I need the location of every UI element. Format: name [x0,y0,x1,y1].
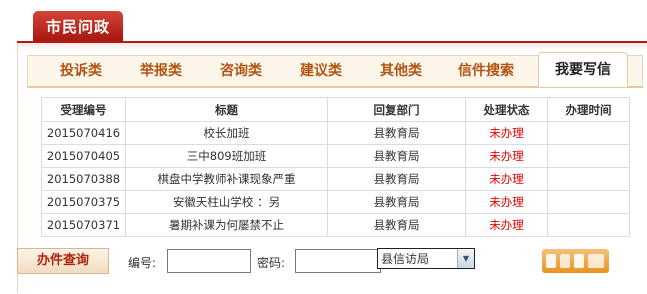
query-bar: 办件查询 编号: 密码: 县信访局 ▼ [17,248,617,276]
cell-dept: 县教育局 [327,167,466,191]
tab-report[interactable]: 举报类 [126,56,196,86]
cell-id: 2015070388 [41,167,126,191]
category-tabs: 投诉类 举报类 咨询类 建议类 其他类 信件搜索 我要写信 [27,52,643,88]
column-header-title: 标题 [125,97,328,122]
section-title: 市民问政 [33,11,123,41]
tab-other[interactable]: 其他类 [366,56,436,86]
table-row[interactable]: 2015070375 安徽天柱山学校 ：另 县教育局 未办理 [41,190,630,214]
number-input[interactable] [167,249,251,273]
cell-dept: 县教育局 [327,190,466,214]
tab-suggestion[interactable]: 建议类 [286,56,356,86]
cell-time [547,167,630,191]
column-header-status: 处理状态 [465,97,548,122]
cell-dept: 县教育局 [327,144,466,168]
submit-logo-icon[interactable] [542,249,609,273]
query-button[interactable]: 办件查询 [17,248,109,274]
cell-title[interactable]: 安徽天柱山学校 ：另 [125,190,328,214]
cell-id: 2015070416 [41,121,126,145]
cell-time [547,190,630,214]
cell-id: 2015070375 [41,190,126,214]
tab-complaint[interactable]: 投诉类 [46,56,116,86]
cell-dept: 县教育局 [327,213,466,237]
department-select[interactable]: 县信访局 ▼ [377,248,475,269]
chevron-down-icon[interactable]: ▼ [457,249,474,268]
tab-letter-search[interactable]: 信件搜索 [446,56,526,86]
cell-title[interactable]: 校长加班 [125,121,328,145]
column-header-time: 办理时间 [547,97,630,122]
cell-status: 未办理 [465,144,548,168]
table-row[interactable]: 2015070388 棋盘中学教师补课现象严重 县教育局 未办理 [41,167,630,191]
tab-write-letter[interactable]: 我要写信 [538,52,628,87]
cell-time [547,121,630,145]
table-row[interactable]: 2015070371 暑期补课为何屡禁不止 县教育局 未办理 [41,213,630,237]
tab-consult[interactable]: 咨询类 [206,56,276,86]
cell-time [547,144,630,168]
cell-time [547,213,630,237]
cell-title[interactable]: 三中809班加班 [125,144,328,168]
table-row[interactable]: 2015070416 校长加班 县教育局 未办理 [41,121,630,145]
cell-title[interactable]: 棋盘中学教师补课现象严重 [125,167,328,191]
number-label: 编号: [128,256,157,270]
cell-id: 2015070371 [41,213,126,237]
column-header-dept: 回复部门 [327,97,466,122]
logo-graphic [546,254,604,268]
column-header-id: 受理编号 [41,97,126,122]
table-row[interactable]: 2015070405 三中809班加班 县教育局 未办理 [41,144,630,168]
cell-status: 未办理 [465,121,548,145]
cell-id: 2015070405 [41,144,126,168]
table-header-row: 受理编号 标题 回复部门 处理状态 办理时间 [41,97,630,122]
letters-table: 受理编号 标题 回复部门 处理状态 办理时间 2015070416 校长加班 县… [41,97,630,237]
cell-status: 未办理 [465,167,548,191]
cell-title[interactable]: 暑期补课为何屡禁不止 [125,213,328,237]
password-label: 密码: [257,256,286,270]
cell-status: 未办理 [465,213,548,237]
department-select-value: 县信访局 [381,252,430,266]
cell-status: 未办理 [465,190,548,214]
cell-dept: 县教育局 [327,121,466,145]
header-bar: 市民问政 [17,11,647,51]
password-input[interactable] [295,249,381,273]
